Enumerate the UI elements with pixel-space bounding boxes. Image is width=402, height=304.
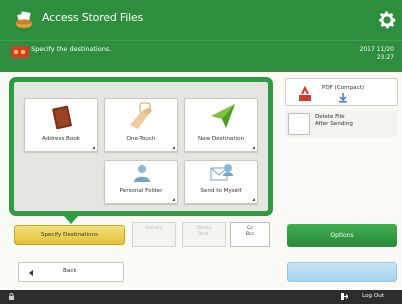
one-touch-icon [130,102,152,129]
send-to-myself-icon [210,164,233,181]
file-format-label: PDF (Compact) [322,85,365,91]
personal-folder-button[interactable]: Personal Folder [104,160,178,204]
new-destination-icon [211,104,235,128]
download-arrow-icon [339,93,347,103]
logout-icon[interactable] [341,293,348,300]
pdf-icon [299,86,311,101]
stored-files-icon [16,11,32,28]
address-book-icon [52,105,72,130]
new-destination-button[interactable]: New Destination [184,98,258,152]
tile-label: Send to Myself [200,188,242,194]
delete-after-sending-option[interactable]: Delete File After Sending [285,111,398,137]
corner-marker-icon [252,146,255,149]
tile-label: Personal Folder [119,188,163,194]
info-icon [11,46,29,58]
tile-label: New Destination [197,136,245,142]
delete-line2: After Sending [315,121,353,127]
status-bar: Specify the destinations. 2017 11/20 23:… [0,40,402,72]
start-button[interactable] [287,262,397,282]
back-arrow-icon [29,270,33,276]
corner-marker-icon [172,146,175,149]
send-to-myself-button[interactable]: Send to Myself [184,160,258,204]
settings-gear-icon[interactable] [376,9,398,31]
tile-label: One-Touch [126,136,156,142]
delete-line1: Delete File [315,114,345,120]
delete-destination-button[interactable]: Delete Dest. [182,222,226,247]
options-button[interactable]: Options [287,224,397,247]
status-datetime: 2017 11/20 23:27 [360,46,394,62]
logout-button[interactable]: Log Out [362,293,384,299]
delete-after-sending-checkbox[interactable] [288,113,310,135]
bottom-bar: Log Out [0,290,402,304]
corner-marker-icon [252,198,255,201]
one-touch-button[interactable]: One-Touch [104,98,178,152]
corner-marker-icon [172,198,175,201]
back-label: Back [63,268,77,274]
tile-label: Address Book [42,136,80,142]
bcc-label: Bcc [245,231,255,237]
delete-sub-label: Dest. [197,231,211,237]
lock-icon [9,293,14,300]
personal-folder-icon [134,165,150,182]
cc-bcc-button[interactable]: Cc Bcc [230,222,270,247]
window-title: Access Stored Files [42,11,144,24]
selected-pointer-icon [64,216,78,224]
status-message: Specify the destinations. [31,45,112,53]
details-button[interactable]: Details [132,222,176,247]
corner-marker-icon [92,146,95,149]
title-bar: Access Stored Files [0,0,402,40]
delete-after-sending-label: Delete File After Sending [315,114,353,128]
address-book-button[interactable]: Address Book [24,98,98,152]
file-format-button[interactable]: PDF (Compact) [285,78,398,106]
status-date: 2017 11/20 [359,46,394,53]
details-label: Details [146,226,162,231]
status-time: 23:27 [376,54,394,61]
specify-destinations-button[interactable]: Specify Destinations [14,225,125,245]
back-button[interactable]: Back [18,262,124,282]
